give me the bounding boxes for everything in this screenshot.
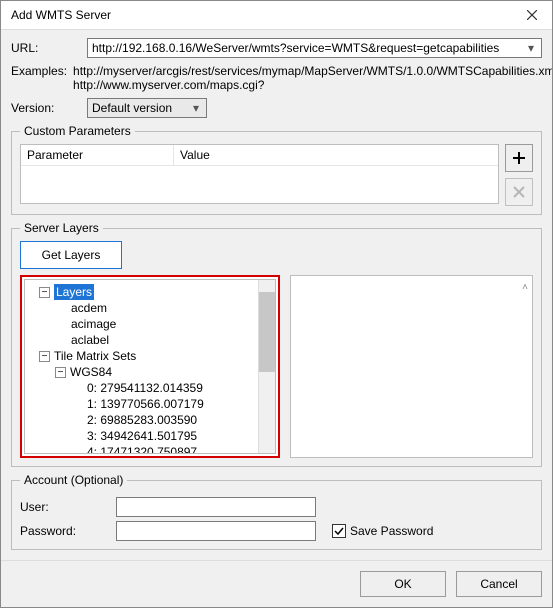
version-label: Version: bbox=[11, 101, 81, 115]
user-label: User: bbox=[20, 500, 110, 514]
plus-icon bbox=[512, 151, 526, 165]
tree-node-label: 4: 17471320.750897 bbox=[87, 444, 197, 454]
caret-up-icon: ˄ bbox=[522, 282, 528, 293]
layers-tree[interactable]: − Layers acdem acimage aclabel − Tile Ma… bbox=[24, 279, 276, 454]
account-legend: Account (Optional) bbox=[20, 473, 127, 487]
scrollbar-thumb[interactable] bbox=[259, 292, 275, 372]
collapse-icon[interactable]: − bbox=[55, 367, 66, 378]
tree-node-level[interactable]: 2: 69885283.003590 bbox=[25, 412, 275, 428]
close-icon bbox=[527, 10, 537, 20]
close-button[interactable] bbox=[512, 1, 552, 29]
checkbox-box bbox=[332, 524, 346, 538]
tree-node-label: 0: 279541132.014359 bbox=[87, 380, 203, 396]
version-value: Default version bbox=[92, 101, 172, 115]
tree-node-label: WGS84 bbox=[70, 364, 112, 380]
user-input[interactable] bbox=[116, 497, 316, 517]
col-parameter[interactable]: Parameter bbox=[21, 145, 174, 165]
add-parameter-button[interactable] bbox=[505, 144, 533, 172]
tree-node-layer[interactable]: acimage bbox=[25, 316, 275, 332]
tree-node-layer[interactable]: aclabel bbox=[25, 332, 275, 348]
tree-node-label: aclabel bbox=[71, 332, 109, 348]
save-password-label: Save Password bbox=[350, 524, 433, 538]
tree-node-label: 2: 69885283.003590 bbox=[87, 412, 197, 428]
window-title: Add WMTS Server bbox=[11, 8, 111, 22]
tree-node-layers[interactable]: − Layers bbox=[25, 284, 275, 300]
url-combo[interactable]: http://192.168.0.16/WeServer/wmts?servic… bbox=[87, 38, 542, 58]
ok-button[interactable]: OK bbox=[360, 571, 446, 597]
table-body bbox=[21, 166, 498, 203]
x-icon bbox=[513, 186, 525, 198]
tree-node-label: Tile Matrix Sets bbox=[54, 348, 136, 364]
url-label: URL: bbox=[11, 41, 81, 55]
tree-node-level[interactable]: 4: 17471320.750897 bbox=[25, 444, 275, 454]
examples-label: Examples: bbox=[11, 64, 67, 92]
password-input[interactable] bbox=[116, 521, 316, 541]
layer-detail-panel: ˄ bbox=[290, 275, 533, 458]
dialog-footer: OK Cancel bbox=[1, 560, 552, 607]
cancel-button[interactable]: Cancel bbox=[456, 571, 542, 597]
tree-node-layer[interactable]: acdem bbox=[25, 300, 275, 316]
server-layers-legend: Server Layers bbox=[20, 221, 103, 235]
get-layers-button[interactable]: Get Layers bbox=[20, 241, 122, 269]
account-group: Account (Optional) User: Password: Save … bbox=[11, 473, 542, 550]
col-value[interactable]: Value bbox=[174, 145, 498, 165]
titlebar: Add WMTS Server bbox=[1, 1, 552, 30]
tree-node-level[interactable]: 0: 279541132.014359 bbox=[25, 380, 275, 396]
tree-scrollbar[interactable] bbox=[258, 280, 275, 453]
server-layers-group: Server Layers Get Layers − Layers acdem … bbox=[11, 221, 542, 467]
url-value: http://192.168.0.16/WeServer/wmts?servic… bbox=[92, 41, 499, 55]
check-icon bbox=[334, 526, 344, 536]
layers-tree-highlight: − Layers acdem acimage aclabel − Tile Ma… bbox=[20, 275, 280, 458]
table-header: Parameter Value bbox=[21, 145, 498, 166]
tree-node-label: acdem bbox=[71, 300, 107, 316]
custom-parameters-group: Custom Parameters Parameter Value bbox=[11, 124, 542, 215]
chevron-down-icon: ▾ bbox=[523, 41, 539, 55]
custom-parameters-table[interactable]: Parameter Value bbox=[20, 144, 499, 204]
tree-node-tile-matrix-sets[interactable]: − Tile Matrix Sets bbox=[25, 348, 275, 364]
tree-node-label: Layers bbox=[54, 284, 94, 300]
tree-node-label: 3: 34942641.501795 bbox=[87, 428, 197, 444]
tree-node-label: 1: 139770566.007179 bbox=[87, 396, 204, 412]
add-wmts-server-dialog: Add WMTS Server URL: http://192.168.0.16… bbox=[0, 0, 553, 608]
tree-node-wgs84[interactable]: − WGS84 bbox=[25, 364, 275, 380]
password-label: Password: bbox=[20, 524, 110, 538]
examples-text: http://myserver/arcgis/rest/services/mym… bbox=[73, 64, 552, 92]
custom-parameters-legend: Custom Parameters bbox=[20, 124, 135, 138]
chevron-down-icon: ▾ bbox=[188, 101, 204, 115]
collapse-icon[interactable]: − bbox=[39, 287, 50, 298]
tree-node-label: acimage bbox=[71, 316, 116, 332]
tree-node-level[interactable]: 1: 139770566.007179 bbox=[25, 396, 275, 412]
remove-parameter-button bbox=[505, 178, 533, 206]
version-combo[interactable]: Default version ▾ bbox=[87, 98, 207, 118]
save-password-checkbox[interactable]: Save Password bbox=[332, 524, 433, 538]
collapse-icon[interactable]: − bbox=[39, 351, 50, 362]
tree-node-level[interactable]: 3: 34942641.501795 bbox=[25, 428, 275, 444]
